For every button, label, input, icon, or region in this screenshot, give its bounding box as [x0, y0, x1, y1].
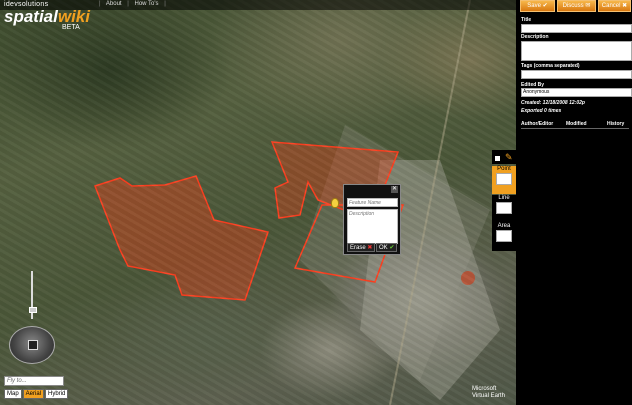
- description-label: Description: [521, 34, 549, 40]
- logo-wordmark: spatialwiki: [4, 8, 90, 25]
- tags-field[interactable]: [521, 70, 632, 79]
- erase-button[interactable]: Erase ✖: [347, 243, 376, 252]
- map-view-switcher: Map Aerial Hybrid: [4, 389, 69, 399]
- discuss-label: Discuss: [562, 3, 584, 9]
- history-table-header: Author/Editor Modified History: [521, 121, 629, 129]
- title-label: Title: [521, 17, 532, 23]
- exported-text: Exported 0 times: [521, 108, 562, 114]
- about-link[interactable]: About: [106, 1, 122, 7]
- navigation-compass[interactable]: [9, 326, 55, 364]
- check-icon: ✔: [542, 3, 548, 9]
- erase-icon: ✖: [367, 245, 373, 251]
- ok-button[interactable]: OK ✔: [376, 243, 398, 252]
- save-button[interactable]: Save ✔: [520, 0, 555, 12]
- line-icon: [496, 202, 512, 214]
- tool-line-label: Line: [498, 195, 510, 201]
- flyto-input[interactable]: Fly to...: [4, 376, 64, 386]
- tool-point[interactable]: Point: [492, 166, 516, 194]
- edit-panel: Save ✔ Discuss ✉ Cancel ✖ Title Descript…: [516, 0, 632, 405]
- created-text: Created: 12/18/2008 12:02p: [521, 100, 585, 106]
- logo-word-a: spatial: [4, 7, 58, 26]
- description-field[interactable]: [521, 41, 632, 61]
- edited-by-field[interactable]: Anonymous: [521, 88, 632, 97]
- logo[interactable]: idevsolutions spatialwiki: [4, 1, 90, 25]
- pencil-icon: ✎: [505, 152, 513, 162]
- tool-header: ✎: [492, 150, 516, 164]
- view-map-button[interactable]: Map: [4, 389, 22, 399]
- cancel-icon: ✖: [622, 3, 628, 9]
- checkbox-icon[interactable]: [495, 156, 500, 161]
- discuss-button[interactable]: Discuss ✉: [557, 0, 596, 12]
- provider-logo: Microsoft Virtual Earth: [472, 386, 505, 400]
- close-icon[interactable]: ✕: [391, 186, 398, 193]
- chat-icon: ✉: [585, 3, 591, 9]
- zoom-slider[interactable]: [29, 271, 37, 321]
- top-links: | About | How To's |: [99, 1, 166, 7]
- col-author: Author/Editor: [521, 121, 554, 127]
- lightbulb-icon: [331, 198, 339, 208]
- aerial-map[interactable]: [0, 0, 516, 405]
- feature-name-input[interactable]: [347, 198, 398, 207]
- feature-popup: ✕ Erase ✖ OK ✔: [343, 184, 401, 255]
- tags-label: Tags (comma separated): [521, 63, 580, 69]
- cancel-button[interactable]: Cancel ✖: [598, 0, 631, 12]
- beta-tag: BETA: [62, 24, 80, 31]
- howtos-link[interactable]: How To's: [135, 1, 159, 7]
- tool-area[interactable]: Area: [492, 223, 516, 251]
- provider-b: Virtual Earth: [472, 393, 505, 399]
- save-label: Save: [527, 3, 541, 9]
- tool-point-label: Point: [497, 166, 511, 172]
- compass-center-icon[interactable]: [28, 340, 38, 350]
- zoom-knob[interactable]: [29, 307, 37, 313]
- tool-area-label: Area: [497, 223, 511, 229]
- title-field[interactable]: [521, 24, 632, 33]
- cancel-label: Cancel: [601, 3, 621, 9]
- view-hybrid-button[interactable]: Hybrid: [45, 389, 69, 399]
- tool-line[interactable]: Line: [492, 195, 516, 223]
- map-overlays: [94, 0, 500, 405]
- col-modified: Modified: [566, 121, 587, 127]
- feature-description-input[interactable]: [347, 209, 398, 244]
- ok-label: OK: [379, 245, 388, 251]
- point-icon: [496, 173, 512, 185]
- check-icon: ✔: [389, 245, 395, 251]
- view-aerial-button[interactable]: Aerial: [22, 389, 45, 399]
- area-icon: [496, 230, 512, 242]
- erase-label: Erase: [350, 245, 366, 251]
- provider-a: Microsoft: [472, 386, 497, 392]
- area-polygon-1: [94, 175, 269, 301]
- col-history: History: [607, 121, 625, 127]
